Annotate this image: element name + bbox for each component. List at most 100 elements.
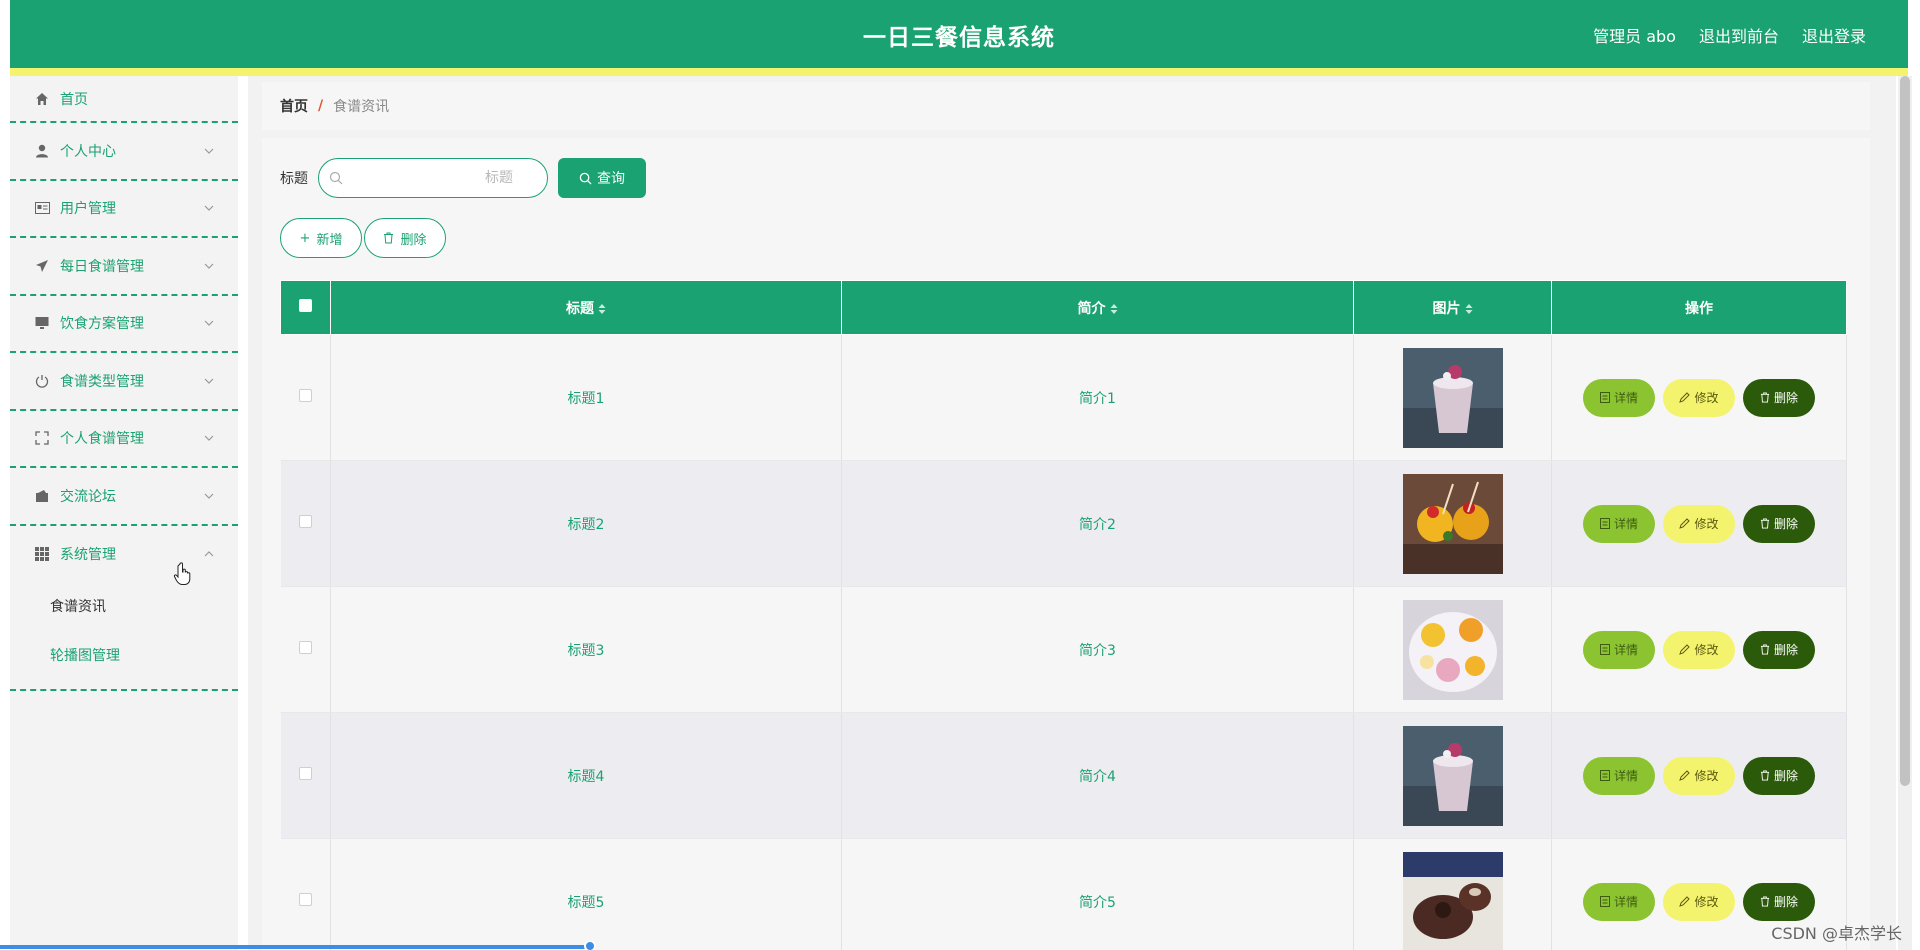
remove-button-label: 删除 — [1773, 517, 1798, 531]
detail-button-label: 详情 — [1613, 769, 1638, 783]
row-checkbox[interactable] — [298, 515, 312, 528]
top-header: 一日三餐信息系统 管理员 abo 退出到前台 退出登录 — [10, 0, 1908, 68]
edit-button-label: 修改 — [1694, 769, 1719, 783]
horizontal-scroll-handle[interactable] — [584, 940, 596, 950]
logout-link[interactable]: 退出登录 — [1802, 23, 1866, 47]
breadcrumb-home[interactable]: 首页 — [280, 96, 308, 116]
edit-button[interactable]: 修改 — [1663, 882, 1735, 921]
watermark: CSDN @卓杰学长 — [1771, 924, 1902, 943]
actions-cell: 详情 修改 删除 — [1551, 460, 1847, 587]
column-header-intro[interactable]: 简介 — [841, 280, 1354, 335]
trash-icon — [1760, 644, 1770, 655]
chevron-down-icon — [204, 493, 214, 499]
remove-button[interactable]: 删除 — [1743, 630, 1815, 669]
edit-button[interactable]: 修改 — [1663, 504, 1735, 543]
remove-button[interactable]: 删除 — [1743, 378, 1815, 417]
sidebar-item-user-management[interactable]: 用户管理 — [10, 181, 238, 238]
search-icon — [579, 172, 592, 185]
detail-button[interactable]: 详情 — [1583, 756, 1655, 795]
sidebar-item-daily-recipe[interactable]: 每日食谱管理 — [10, 238, 238, 296]
detail-button[interactable]: 详情 — [1583, 378, 1655, 417]
delete-button-label: 删除 — [400, 232, 427, 248]
back-to-front-link[interactable]: 退出到前台 — [1699, 23, 1779, 47]
detail-button[interactable]: 详情 — [1583, 630, 1655, 669]
row-checkbox[interactable] — [298, 641, 312, 654]
sidebar-item-diet-plan[interactable]: 饮食方案管理 — [10, 296, 238, 353]
sort-icon[interactable] — [1465, 303, 1473, 315]
sidebar-item-system[interactable]: 系统管理 — [10, 526, 238, 584]
sidebar-item-forum[interactable]: 交流论坛 — [10, 468, 238, 526]
paper-plane-icon — [34, 258, 50, 274]
pencil-icon — [1679, 392, 1691, 403]
sort-icon[interactable] — [598, 303, 606, 315]
breadcrumb-current: 食谱资讯 — [333, 99, 390, 115]
sidebar-item-label: 交流论坛 — [60, 488, 116, 505]
sidebar: 首页 个人中心 用户管理 每日食谱管理 饮食方案管理 食谱类型管理 个人食谱管理… — [10, 76, 238, 950]
main-area: 首页 / 食谱资讯 标题 查询 + 新增 删除 — [248, 76, 1896, 950]
search-input[interactable] — [349, 159, 539, 197]
home-icon — [34, 91, 50, 107]
column-header-actions: 操作 — [1551, 280, 1847, 335]
header-accent-stripe — [10, 68, 1908, 76]
column-header-image[interactable]: 图片 — [1353, 280, 1552, 335]
select-all-checkbox[interactable] — [299, 299, 312, 312]
detail-button[interactable]: 详情 — [1583, 504, 1655, 543]
recipe-thumbnail[interactable] — [1402, 851, 1503, 950]
data-table: 标题 简介 图片 操作 标题1 简介1 详情 修改 删除 标题2 简介2 详情 … — [280, 280, 1847, 950]
row-checkbox[interactable] — [298, 893, 312, 906]
detail-button[interactable]: 详情 — [1583, 882, 1655, 921]
row-checkbox[interactable] — [298, 389, 312, 402]
column-header-title[interactable]: 标题 — [330, 280, 842, 335]
system-submenu: 食谱资讯 轮播图管理 — [10, 583, 238, 691]
chevron-down-icon — [204, 435, 214, 442]
sidebar-item-label: 系统管理 — [60, 547, 116, 564]
pencil-icon — [1679, 896, 1691, 907]
submenu-recipe-news[interactable]: 食谱资讯 — [10, 583, 238, 632]
trash-icon — [384, 232, 394, 244]
remove-button[interactable]: 删除 — [1743, 882, 1815, 921]
recipe-thumbnail[interactable] — [1402, 473, 1503, 574]
title-cell: 标题1 — [330, 334, 842, 461]
document-icon — [1599, 644, 1610, 655]
edit-button[interactable]: 修改 — [1663, 756, 1735, 795]
power-icon — [34, 373, 50, 389]
trash-icon — [1760, 518, 1770, 529]
edit-button[interactable]: 修改 — [1663, 630, 1735, 669]
search-label: 标题 — [280, 171, 308, 187]
column-intro-label: 简介 — [1077, 300, 1106, 317]
scrollbar-thumb[interactable] — [1900, 76, 1910, 786]
sidebar-item-personal-recipe[interactable]: 个人食谱管理 — [10, 411, 238, 468]
actions-cell: 详情 修改 删除 — [1551, 712, 1847, 839]
remove-button[interactable]: 删除 — [1743, 504, 1815, 543]
wallet-icon — [34, 488, 50, 504]
title-cell: 标题3 — [330, 586, 842, 713]
search-box — [318, 158, 548, 198]
image-cell — [1353, 586, 1552, 713]
intro-cell: 简介2 — [841, 460, 1354, 587]
query-button[interactable]: 查询 — [558, 158, 646, 198]
sidebar-item-label: 个人中心 — [60, 143, 116, 160]
sort-icon[interactable] — [1110, 303, 1118, 315]
table-row: 标题5 简介5 详情 修改 删除 — [280, 838, 1847, 950]
column-title-label: 标题 — [566, 300, 594, 317]
add-button[interactable]: + 新增 — [280, 218, 362, 258]
document-icon — [1599, 518, 1610, 529]
pencil-icon — [1679, 518, 1691, 529]
sidebar-item-home[interactable]: 首页 — [10, 76, 238, 123]
title-cell: 标题2 — [330, 460, 842, 587]
sidebar-item-label: 饮食方案管理 — [60, 316, 144, 333]
horizontal-scroll-track[interactable] — [0, 945, 590, 949]
remove-button[interactable]: 删除 — [1743, 756, 1815, 795]
recipe-thumbnail[interactable] — [1402, 347, 1503, 448]
recipe-thumbnail[interactable] — [1402, 599, 1503, 700]
row-checkbox-cell — [280, 334, 331, 461]
row-checkbox[interactable] — [298, 767, 312, 780]
page-scrollbar[interactable] — [1898, 76, 1912, 950]
sidebar-item-personal-center[interactable]: 个人中心 — [10, 123, 238, 181]
title-cell: 标题5 — [330, 838, 842, 950]
sidebar-item-recipe-type[interactable]: 食谱类型管理 — [10, 353, 238, 411]
edit-button[interactable]: 修改 — [1663, 378, 1735, 417]
recipe-thumbnail[interactable] — [1402, 725, 1503, 826]
submenu-carousel-management[interactable]: 轮播图管理 — [10, 632, 238, 681]
batch-delete-button[interactable]: 删除 — [364, 218, 446, 258]
